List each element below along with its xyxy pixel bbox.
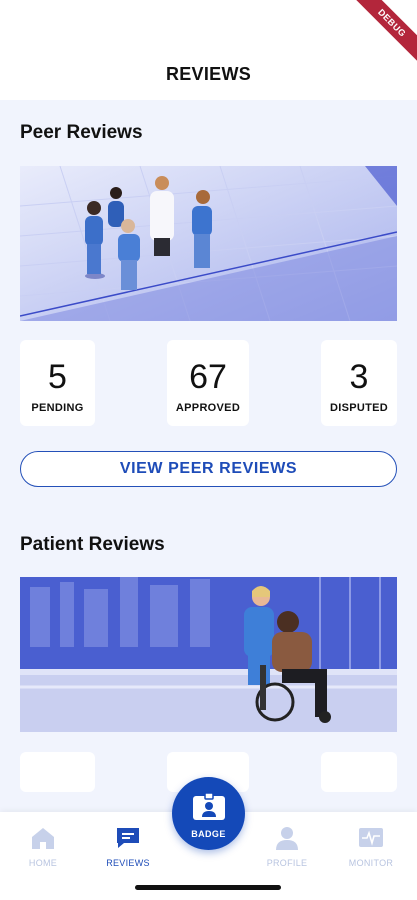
peer-reviews-image: [20, 166, 397, 321]
disputed-count: 3: [349, 358, 369, 396]
nav-home[interactable]: HOME: [8, 824, 78, 868]
profile-icon: [276, 827, 298, 850]
nav-profile-label: PROFILE: [266, 858, 308, 868]
peer-reviews-heading: Peer Reviews: [20, 122, 143, 143]
patient-stat-card[interactable]: [321, 752, 397, 792]
patient-reviews-image: [20, 577, 397, 732]
debug-banner: DEBUG: [346, 0, 417, 69]
medical-team-illustration: [20, 166, 397, 321]
nav-reviews-label: REVIEWS: [106, 858, 150, 868]
app-header: REVIEWS DEBUG: [0, 0, 417, 100]
badge-label: BADGE: [191, 829, 226, 839]
pending-count: 5: [48, 358, 67, 396]
badge-icon: [193, 793, 225, 820]
pending-stat-card[interactable]: 5 PENDING: [20, 340, 95, 426]
disputed-stat-card[interactable]: 3 DISPUTED: [321, 340, 397, 426]
nav-monitor[interactable]: MONITOR: [336, 824, 406, 868]
badge-button[interactable]: BADGE: [172, 777, 245, 850]
nav-reviews[interactable]: REVIEWS: [93, 824, 163, 868]
approved-count: 67: [189, 358, 227, 396]
nav-home-label: HOME: [28, 858, 58, 868]
patient-stat-card[interactable]: [20, 752, 95, 792]
nav-monitor-label: MONITOR: [348, 858, 394, 868]
approved-stat-card[interactable]: 67 APPROVED: [167, 340, 249, 426]
home-icon: [32, 828, 54, 849]
view-peer-reviews-button[interactable]: VIEW PEER REVIEWS: [20, 451, 397, 487]
monitor-icon: [359, 828, 383, 847]
nav-profile[interactable]: PROFILE: [252, 824, 322, 868]
pending-label: PENDING: [31, 402, 84, 414]
disputed-label: DISPUTED: [329, 402, 389, 414]
patient-wheelchair-illustration: [20, 577, 397, 732]
page-title: REVIEWS: [165, 64, 252, 84]
patient-reviews-heading: Patient Reviews: [20, 534, 165, 555]
home-indicator: [135, 885, 281, 890]
reviews-icon: [117, 828, 139, 848]
approved-label: APPROVED: [175, 402, 241, 414]
